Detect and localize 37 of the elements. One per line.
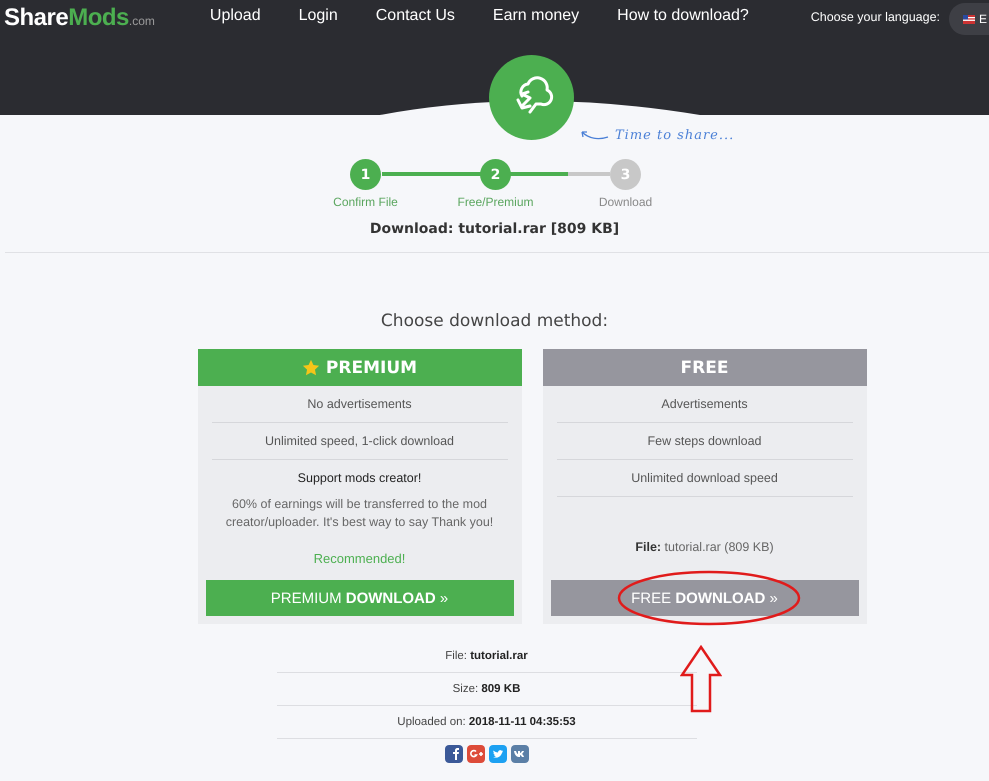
tagline: Time to share... (615, 128, 734, 142)
file-title: Download: tutorial.rar [809 KB] (370, 221, 620, 237)
recommended-label: Recommended! (314, 551, 406, 566)
step-number: 2 (480, 159, 511, 190)
nav-link[interactable]: Upload (196, 7, 274, 25)
nav-link[interactable]: Earn money (480, 7, 592, 25)
plan-title: FREE (542, 349, 866, 386)
up-arrow-icon (680, 645, 722, 713)
support-text: 60% of earnings will be transferred to the mod creator/uploader. It's best way to say Thank you! (224, 496, 494, 531)
method-title: Choose download method: (380, 311, 608, 331)
plan-feature: Unlimited download speed (556, 460, 852, 497)
step-label: Free/Premium (457, 195, 534, 209)
plan-feature: No advertisements (212, 386, 508, 423)
file-info: File: tutorial.rar (809 KB) (635, 540, 774, 554)
step-number: 1 (350, 159, 381, 190)
plan-title: PREMIUM (198, 349, 522, 386)
site-logo[interactable]: ShareMods.com (4, 4, 155, 32)
info-row: Uploaded on: 2018-11-11 04:35:53 (276, 706, 696, 739)
star-icon (302, 358, 320, 376)
facebook-icon[interactable] (444, 745, 462, 763)
nav-link[interactable]: Contact Us (362, 7, 468, 25)
language-label: Choose your language: (810, 10, 940, 24)
step-label: Confirm File (333, 195, 398, 209)
info-row: File: tutorial.rar (276, 640, 696, 673)
twitter-icon[interactable] (488, 745, 506, 763)
info-row: Size: 809 KB (276, 673, 696, 706)
vk-icon[interactable] (510, 745, 528, 763)
google-icon[interactable] (466, 745, 484, 763)
support-title: Support mods creator! (298, 471, 422, 485)
plan-feature: Unlimited speed, 1-click download (212, 423, 508, 460)
step-label: Download (598, 195, 652, 209)
nav-link[interactable]: How to download? (604, 7, 762, 25)
plan-feature: Advertisements (556, 386, 852, 423)
flag-icon (963, 14, 975, 24)
nav-link[interactable]: Login (286, 7, 351, 25)
language-button[interactable]: E (949, 3, 989, 35)
plan-feature: Few steps download (556, 423, 852, 460)
